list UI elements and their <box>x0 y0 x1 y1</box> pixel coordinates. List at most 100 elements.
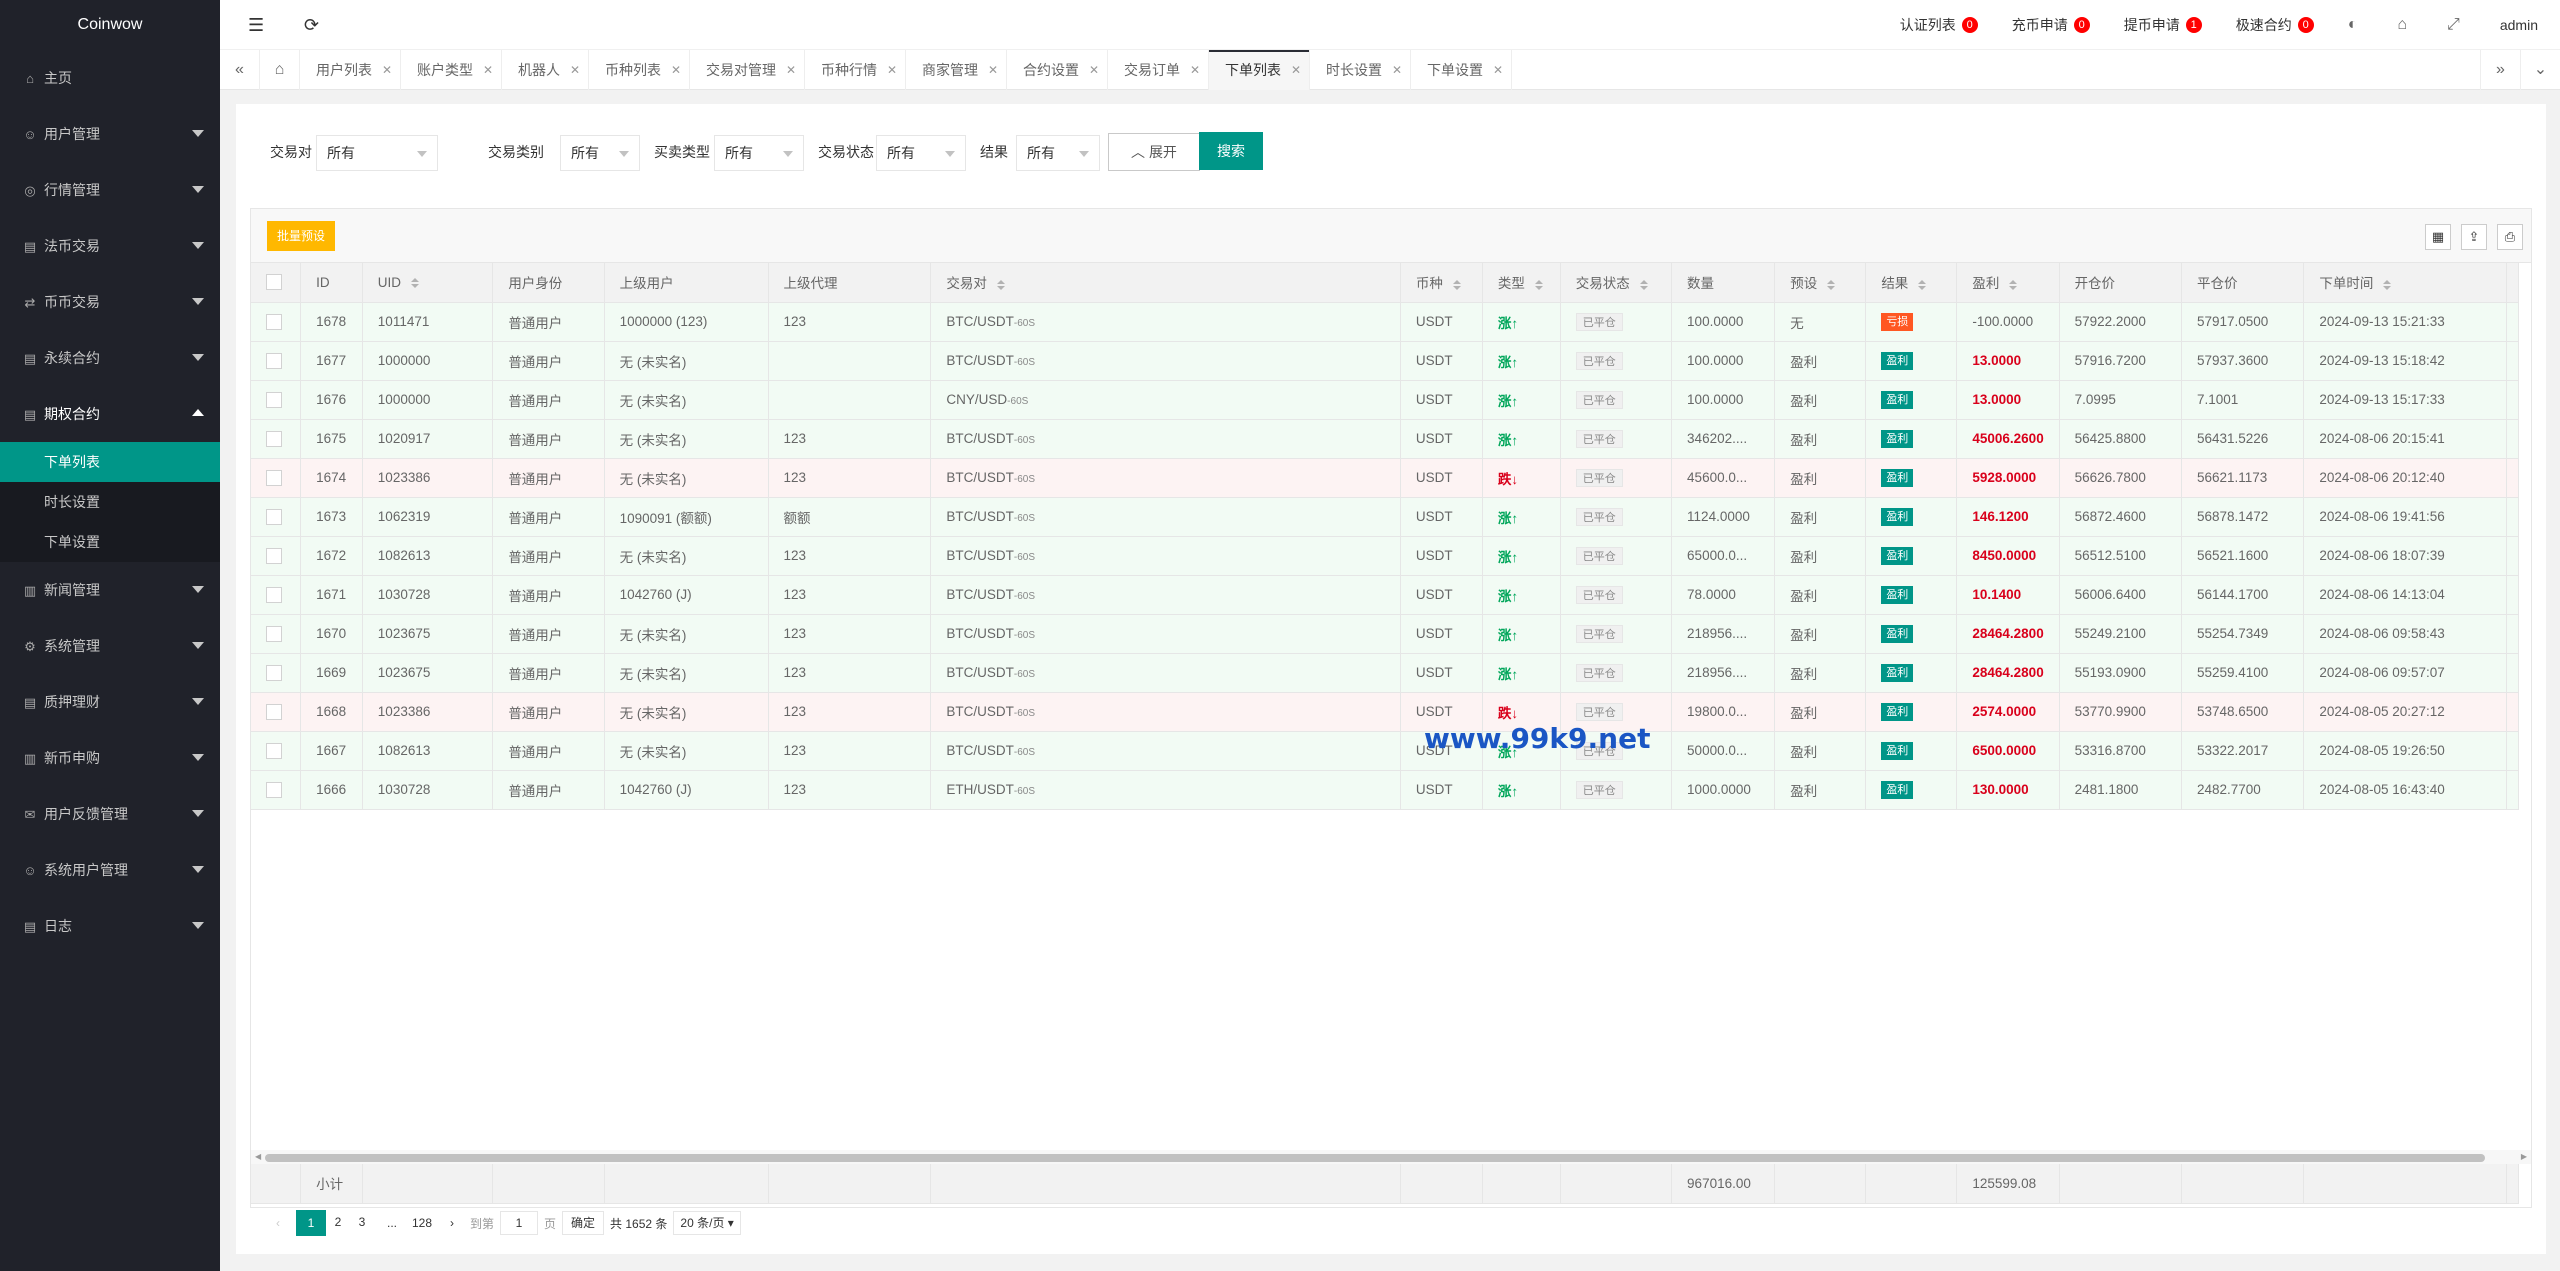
goto-page-input[interactable]: 1 <box>500 1211 539 1235</box>
tab[interactable]: 币种列表 ✕ <box>589 50 690 90</box>
submenu-item[interactable]: 下单设置 <box>0 522 220 562</box>
tab[interactable]: 币种行情 ✕ <box>805 50 906 90</box>
submenu-item[interactable]: 下单列表 <box>0 442 220 482</box>
tab[interactable]: 机器人 ✕ <box>502 50 589 90</box>
sidebar-item-sidebar-items-1[interactable]: ☺ 用户管理 <box>0 106 220 162</box>
row-checkbox[interactable] <box>266 469 282 486</box>
table-row[interactable]: 1674 1023386 普通用户无 (未实名) 123 BTC/USDT-60S USD… <box>251 458 2520 498</box>
print-icon[interactable]: ⎙ <box>2497 224 2523 250</box>
admin-user-menu[interactable]: admin <box>2500 17 2538 33</box>
row-checkbox[interactable] <box>266 703 282 720</box>
sidebar-item-sidebar-items2-1[interactable]: ⚙ 系统管理 <box>0 618 220 674</box>
table-row[interactable]: 1667 1082613 普通用户无 (未实名) 123 BTC/USDT-60S USD… <box>251 731 2520 771</box>
table-row[interactable]: 1671 1030728 普通用户 1042760 (J) 123 BTC/USDT-60… <box>251 575 2520 615</box>
goto-confirm-button[interactable]: 确定 <box>562 1211 605 1235</box>
sort-icon[interactable] <box>1918 279 1927 290</box>
sidebar-item-sidebar-items-2[interactable]: ◎ 行情管理 <box>0 162 220 218</box>
sort-icon[interactable] <box>1452 279 1461 290</box>
tabs-prev-icon[interactable]: « <box>220 50 260 90</box>
row-checkbox[interactable] <box>266 430 282 447</box>
table-row[interactable]: 1672 1082613 普通用户无 (未实名) 123 BTC/USDT-60S USD… <box>251 536 2520 576</box>
close-icon[interactable]: ✕ <box>1493 50 1503 90</box>
tab[interactable]: 下单列表 ✕ <box>1209 50 1310 90</box>
close-icon[interactable]: ✕ <box>382 50 392 90</box>
result-filter-select[interactable]: 所有 <box>1016 135 1100 171</box>
horizontal-scrollbar[interactable]: ◀ ▶ <box>251 1150 2531 1164</box>
batch-preset-button[interactable]: 批量预设 <box>267 221 336 251</box>
category-filter-select[interactable]: 所有 <box>560 135 640 171</box>
close-icon[interactable]: ✕ <box>1190 50 1200 90</box>
table-row[interactable]: 1678 1011471 普通用户 1000000 (123) 123 BTC/USDT-… <box>251 302 2520 342</box>
search-button[interactable]: 搜索 <box>1199 132 1263 170</box>
pair-filter-select[interactable]: 所有 <box>316 135 438 171</box>
menu-toggle-icon[interactable]: ☰ <box>248 0 264 50</box>
refresh-icon[interactable]: ⟳ <box>304 0 319 50</box>
table-row[interactable]: 1668 1023386 普通用户无 (未实名) 123 BTC/USDT-60S USD… <box>251 692 2520 732</box>
row-checkbox[interactable] <box>266 742 282 759</box>
column-header[interactable]: UID <box>362 263 494 303</box>
tab[interactable]: 用户列表 ✕ <box>300 50 401 90</box>
tab[interactable]: 商家管理 ✕ <box>906 50 1007 90</box>
page-3[interactable]: 3 <box>350 1210 374 1234</box>
close-icon[interactable]: ✕ <box>988 50 998 90</box>
expand-button[interactable]: ︿ 展开 <box>1108 133 1200 171</box>
close-icon[interactable]: ✕ <box>1291 50 1301 90</box>
sidebar-item-sidebar-items-4[interactable]: ⇄ 币币交易 <box>0 274 220 330</box>
select-all-checkbox[interactable] <box>266 274 282 291</box>
prev-page-icon[interactable]: ‹ <box>266 1211 290 1235</box>
page-2[interactable]: 2 <box>326 1210 350 1234</box>
column-header[interactable]: 预设 <box>1774 263 1867 303</box>
close-icon[interactable]: ✕ <box>483 50 493 90</box>
tab[interactable]: 交易订单 ✕ <box>1108 50 1209 90</box>
table-row[interactable]: 1677 1000000 普通用户无 (未实名) BTC/USDT-60S USDT 涨↑… <box>251 341 2520 381</box>
row-checkbox[interactable] <box>266 625 282 642</box>
tab[interactable]: 账户类型 ✕ <box>401 50 502 90</box>
column-header[interactable]: 下单时间 <box>2303 263 2507 303</box>
home-tab-icon[interactable]: ⌂ <box>260 50 300 90</box>
next-page-icon[interactable]: › <box>440 1211 464 1235</box>
sort-icon[interactable] <box>2383 279 2392 290</box>
page-last[interactable]: 128 <box>410 1211 434 1235</box>
row-checkbox[interactable] <box>266 391 282 408</box>
header-link[interactable]: 充币申请 0 <box>2012 15 2090 35</box>
page-size-select[interactable]: 20 条/页 ▾ <box>673 1211 741 1235</box>
header-link[interactable]: 极速合约 0 <box>2236 15 2314 35</box>
tab[interactable]: 时长设置 ✕ <box>1310 50 1411 90</box>
row-checkbox[interactable] <box>266 508 282 525</box>
sidebar-item-sidebar-items-0[interactable]: ⌂ 主页 <box>0 50 220 106</box>
sidebar-item-sidebar-items2-0[interactable]: ▥ 新闻管理 <box>0 562 220 618</box>
export-icon[interactable]: ⇪ <box>2461 224 2487 250</box>
close-icon[interactable]: ✕ <box>1392 50 1402 90</box>
fullscreen-icon[interactable]: ⤢ <box>2447 16 2460 34</box>
sidebar-item-sidebar-items2-5[interactable]: ☺ 系统用户管理 <box>0 842 220 898</box>
sidebar-item-sidebar-items2-4[interactable]: ✉ 用户反馈管理 <box>0 786 220 842</box>
tab[interactable]: 下单设置 ✕ <box>1411 50 1512 90</box>
submenu-item[interactable]: 时长设置 <box>0 482 220 522</box>
header-link[interactable]: 提币申请 1 <box>2124 15 2202 35</box>
sort-icon[interactable] <box>1827 279 1836 290</box>
table-row[interactable]: 1675 1020917 普通用户无 (未实名) 123 BTC/USDT-60S USD… <box>251 419 2520 459</box>
table-row[interactable]: 1676 1000000 普通用户无 (未实名) CNY/USD-60S USDT 涨↑ 已… <box>251 380 2520 420</box>
sidebar-item-sidebar-items-5[interactable]: ▤ 永续合约 <box>0 330 220 386</box>
sort-icon[interactable] <box>411 278 420 289</box>
sidebar-item-sidebar-items-3[interactable]: ▤ 法币交易 <box>0 218 220 274</box>
row-checkbox[interactable] <box>266 664 282 681</box>
tabs-next-icon[interactable]: » <box>2480 50 2520 90</box>
tabs-dropdown-icon[interactable]: ⌄ <box>2520 50 2560 90</box>
table-row[interactable]: 1666 1030728 普通用户 1042760 (J) 123 ETH/USDT-60… <box>251 770 2520 810</box>
column-header[interactable]: 盈利 <box>1956 263 2060 303</box>
sidebar-item-sidebar-items2-2[interactable]: ▤ 质押理财 <box>0 674 220 730</box>
status-filter-select[interactable]: 所有 <box>876 135 966 171</box>
column-header[interactable]: 交易状态 <box>1560 263 1673 303</box>
row-checkbox[interactable] <box>266 352 282 369</box>
sidebar-item-sidebar-items2-6[interactable]: ▤ 日志 <box>0 898 220 954</box>
sidebar-item-sidebar-items-6[interactable]: ▤ 期权合约 <box>0 386 220 442</box>
page-1[interactable]: 1 <box>296 1210 326 1236</box>
sort-icon[interactable] <box>1639 279 1648 290</box>
column-header[interactable]: 交易对 <box>930 263 1401 303</box>
close-icon[interactable]: ✕ <box>786 50 796 90</box>
sort-icon[interactable] <box>2009 279 2018 290</box>
row-checkbox[interactable] <box>266 781 282 798</box>
tab[interactable]: 合约设置 ✕ <box>1007 50 1108 90</box>
tag-icon[interactable]: ⌂ <box>2397 16 2407 34</box>
